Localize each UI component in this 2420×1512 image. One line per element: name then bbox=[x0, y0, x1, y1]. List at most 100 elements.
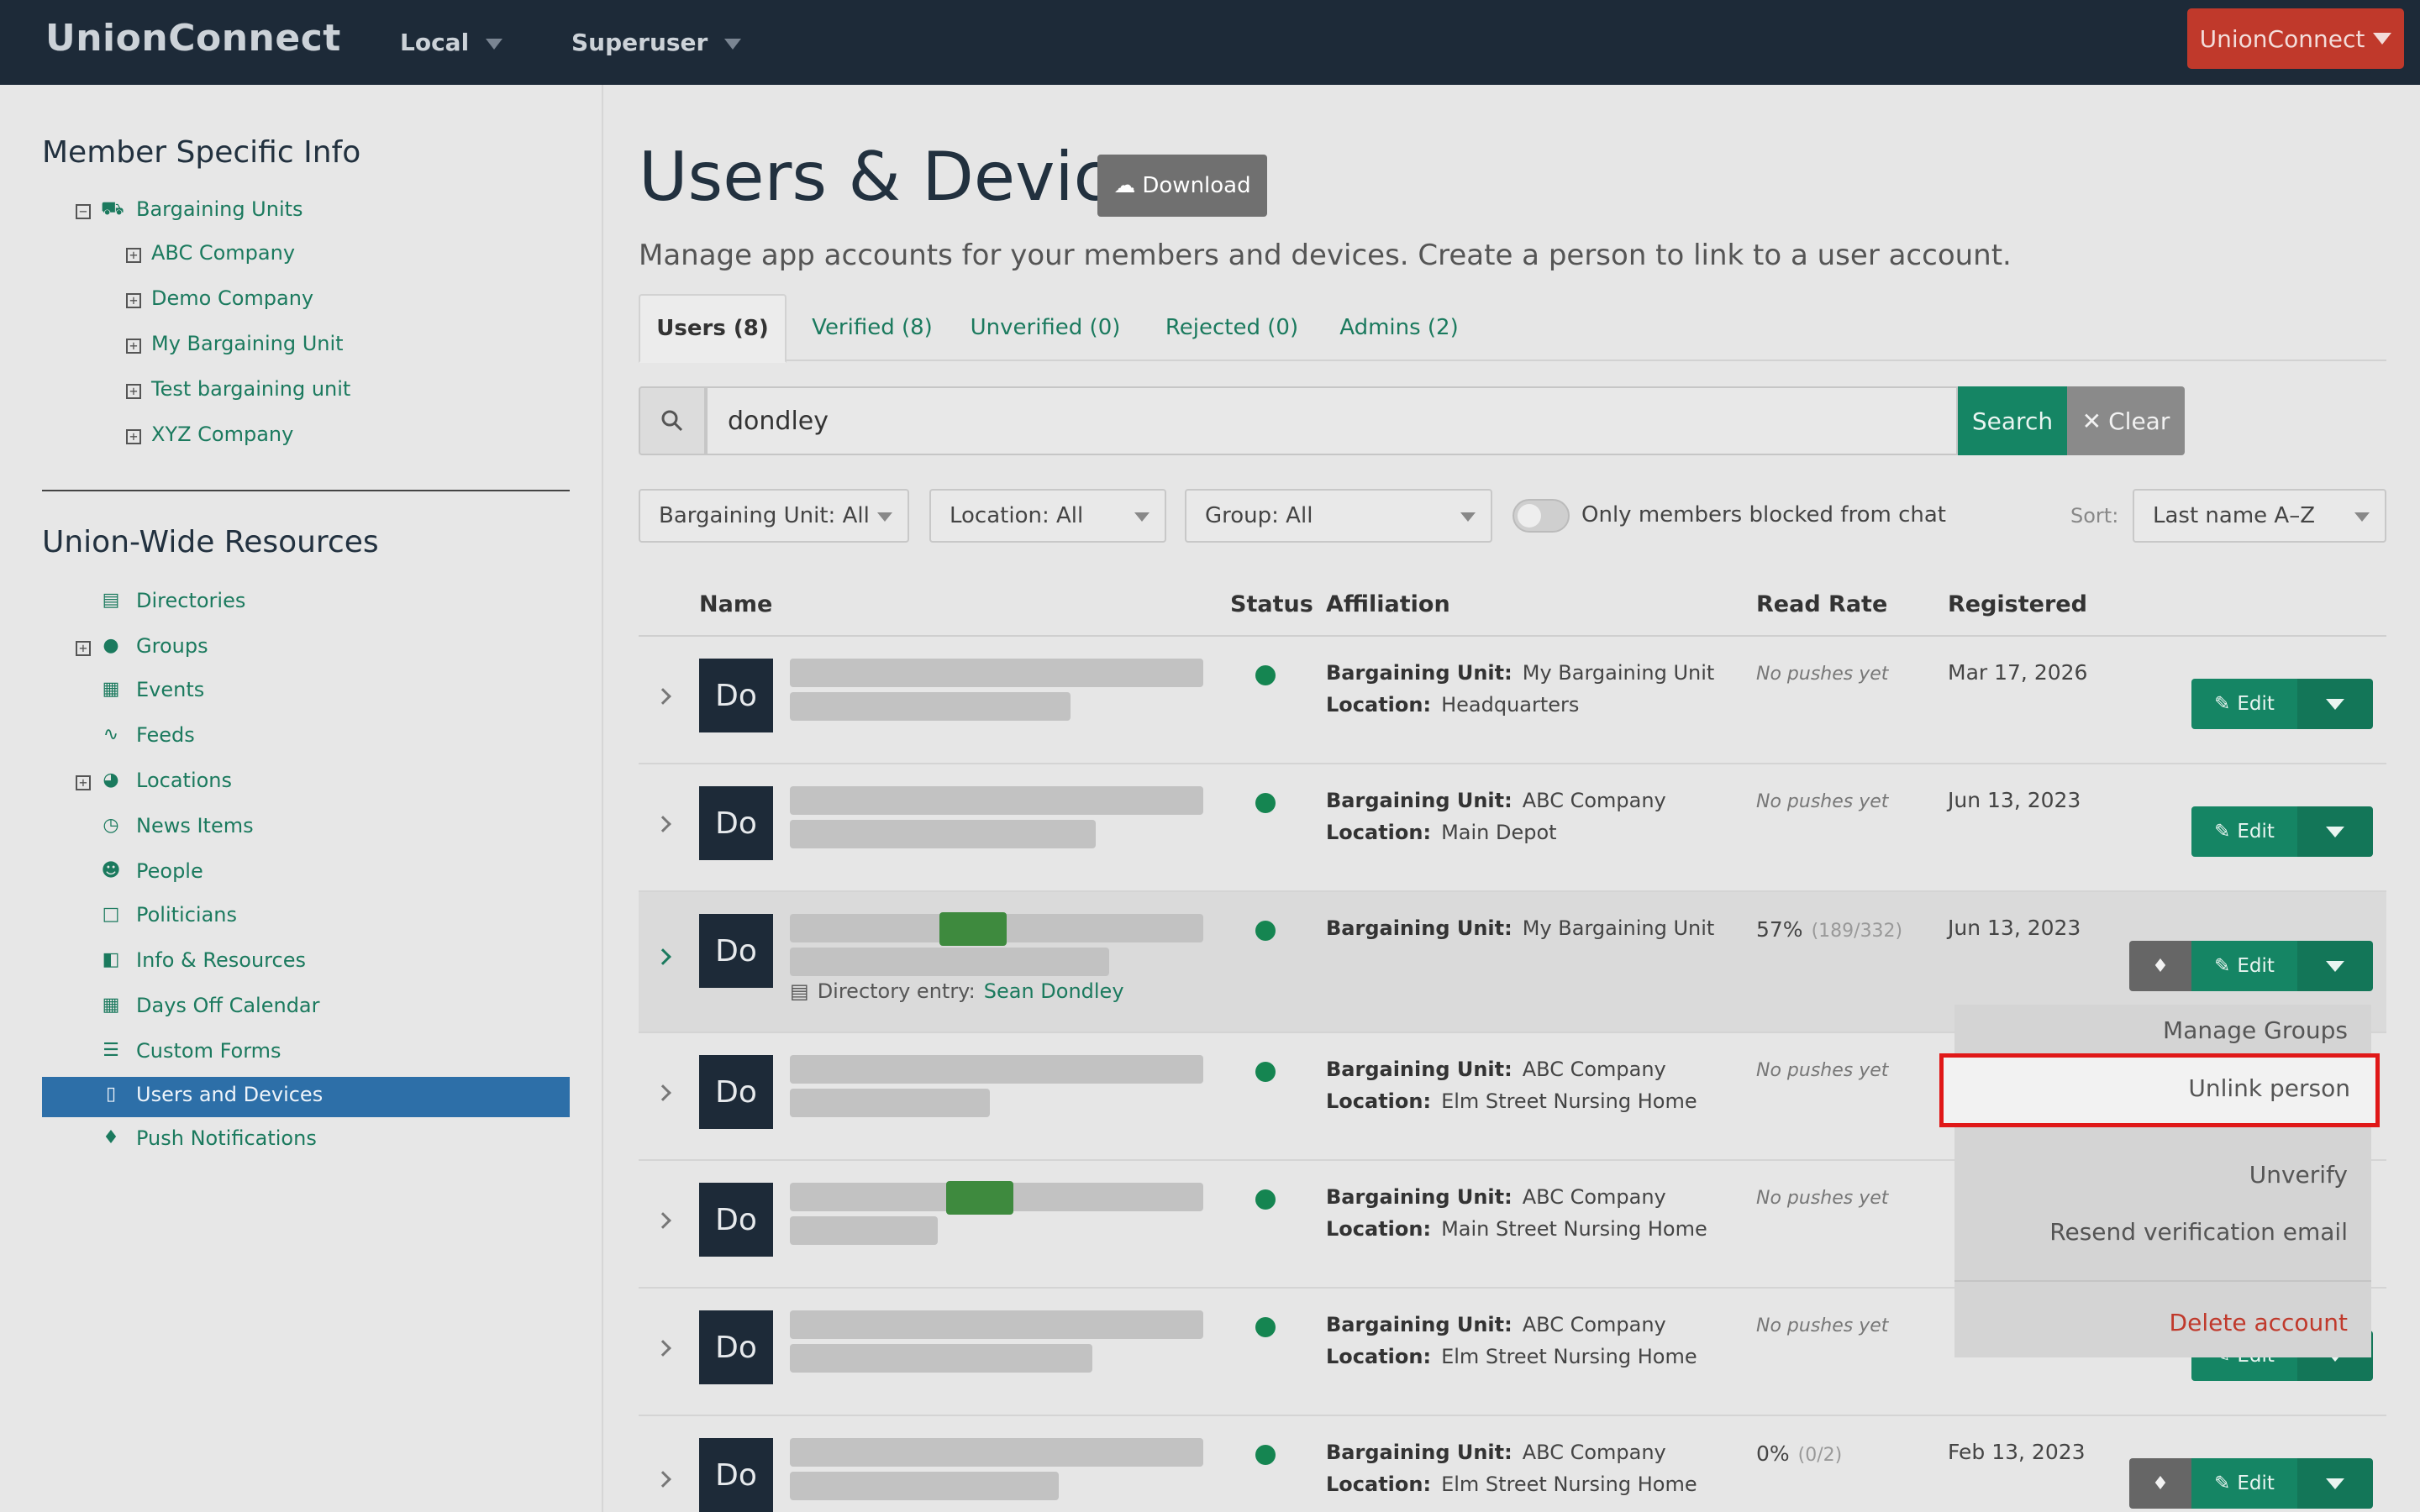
blocked-chat-toggle[interactable] bbox=[1512, 499, 1570, 533]
column-header-read-rate[interactable]: Read Rate bbox=[1756, 591, 1887, 617]
expand-icon[interactable]: + bbox=[76, 641, 91, 656]
sidebar-item-bargaining-units[interactable]: ⛟ Bargaining Units bbox=[101, 197, 303, 221]
group-filter[interactable]: Group: All bbox=[1185, 489, 1492, 543]
column-header-name[interactable]: Name bbox=[699, 591, 772, 617]
sidebar-divider bbox=[42, 490, 570, 491]
redacted-email bbox=[790, 1216, 938, 1245]
avatar: Do bbox=[699, 659, 773, 732]
expand-icon[interactable]: + bbox=[126, 339, 141, 354]
cloud-download-icon: ☁ bbox=[1113, 173, 1136, 198]
table-row[interactable]: Do Bargaining Unit: ABC Company Location:… bbox=[639, 764, 2386, 892]
local-menu[interactable]: Local bbox=[400, 29, 503, 56]
sidebar-item-push-notifications[interactable]: ♦ Push Notifications bbox=[101, 1126, 317, 1150]
expand-chevron-icon[interactable] bbox=[655, 948, 671, 965]
sidebar-item-feeds[interactable]: ∿ Feeds bbox=[101, 723, 195, 747]
menu-item-manage-groups[interactable]: Manage Groups bbox=[2163, 1016, 2348, 1044]
sidebar-item-label: ABC Company bbox=[151, 241, 296, 265]
sidebar-item-label: Politicians bbox=[136, 903, 237, 927]
table-row[interactable]: Do Bargaining Unit: My Bargaining Unit Lo… bbox=[639, 637, 2386, 764]
status-dot bbox=[1255, 793, 1276, 813]
sidebar-item-politicians[interactable]: □ Politicians bbox=[101, 903, 237, 927]
sidebar-item-info[interactable]: ◧ Info & Resources bbox=[101, 948, 306, 972]
local-menu-label: Local bbox=[400, 29, 470, 56]
directory-entry-label: Directory entry: bbox=[817, 979, 976, 1003]
column-header-registered[interactable]: Registered bbox=[1948, 591, 2087, 617]
menu-item-resend-verification[interactable]: Resend verification email bbox=[2049, 1218, 2348, 1246]
sidebar-item-unit[interactable]: My Bargaining Unit bbox=[151, 332, 344, 355]
redacted-email bbox=[790, 692, 1071, 721]
row-actions-dropdown[interactable] bbox=[2297, 806, 2373, 857]
search-button[interactable]: Search bbox=[1958, 386, 2067, 455]
brand-logo[interactable]: UnionConnect bbox=[45, 17, 341, 60]
column-header-affiliation[interactable]: Affiliation bbox=[1326, 591, 1450, 617]
expand-chevron-icon[interactable] bbox=[655, 688, 671, 705]
tab-verified[interactable]: Verified (8) bbox=[798, 294, 946, 361]
table-row[interactable]: Do Bargaining Unit: ABC Company Location:… bbox=[639, 1416, 2386, 1512]
sidebar-item-directories[interactable]: ▤ Directories bbox=[101, 589, 246, 612]
bargaining-unit-filter[interactable]: Bargaining Unit: All bbox=[639, 489, 909, 543]
loc-value: Elm Street Nursing Home bbox=[1441, 1089, 1697, 1113]
sidebar-item-events[interactable]: ▦ Events bbox=[101, 678, 205, 701]
affiliation: Bargaining Unit: My Bargaining Unit bbox=[1326, 912, 1714, 944]
loc-label: Location: bbox=[1326, 1345, 1432, 1368]
chevron-down-icon bbox=[1134, 512, 1150, 522]
row-actions-dropdown[interactable] bbox=[2297, 1458, 2373, 1509]
expand-icon[interactable]: + bbox=[76, 775, 91, 790]
row-actions-dropdown[interactable] bbox=[2297, 941, 2373, 991]
expand-chevron-icon[interactable] bbox=[655, 1084, 671, 1101]
expand-icon[interactable]: + bbox=[126, 248, 141, 263]
sidebar-item-custom-forms[interactable]: ☰ Custom Forms bbox=[101, 1039, 281, 1063]
clear-button[interactable]: ✕ Clear bbox=[2067, 386, 2185, 455]
column-header-status[interactable]: Status bbox=[1230, 591, 1313, 617]
sidebar-item-days-off[interactable]: ▦ Days Off Calendar bbox=[101, 994, 320, 1017]
edit-button[interactable]: ✎ Edit bbox=[2191, 1458, 2297, 1509]
push-notification-button[interactable]: ♦ bbox=[2129, 1458, 2191, 1509]
sidebar-item-people[interactable]: ☻ People bbox=[101, 859, 203, 883]
expand-icon[interactable]: + bbox=[126, 384, 141, 399]
expand-chevron-icon[interactable] bbox=[655, 1340, 671, 1357]
edit-button[interactable]: ✎ Edit bbox=[2191, 941, 2297, 991]
edit-button[interactable]: ✎ Edit bbox=[2191, 806, 2297, 857]
sidebar-item-news[interactable]: ◷ News Items bbox=[101, 814, 253, 837]
filter-value: Location: All bbox=[950, 503, 1084, 528]
read-rate: 57% (189/332) bbox=[1756, 917, 1902, 942]
read-rate: No pushes yet bbox=[1756, 1315, 1889, 1336]
sidebar-item-users-devices[interactable]: ▯ Users and Devices bbox=[101, 1083, 323, 1106]
bu-value: ABC Company bbox=[1522, 1441, 1666, 1464]
download-button[interactable]: ☁ Download bbox=[1097, 155, 1267, 217]
sidebar-item-locations[interactable]: ◕ Locations bbox=[101, 769, 232, 792]
row-actions-dropdown[interactable] bbox=[2297, 679, 2373, 729]
tab-admins[interactable]: Admins (2) bbox=[1326, 294, 1472, 361]
tab-rejected[interactable]: Rejected (0) bbox=[1146, 294, 1318, 361]
expand-icon[interactable]: + bbox=[126, 429, 141, 444]
loc-value: Elm Street Nursing Home bbox=[1441, 1345, 1697, 1368]
sidebar-item-groups[interactable]: ● Groups bbox=[101, 634, 208, 658]
bu-value: ABC Company bbox=[1522, 1058, 1666, 1081]
tab-unverified[interactable]: Unverified (0) bbox=[953, 294, 1138, 361]
redacted-email bbox=[790, 1472, 1059, 1500]
push-notification-button[interactable]: ♦ bbox=[2129, 941, 2191, 991]
superuser-menu[interactable]: Superuser bbox=[571, 29, 742, 56]
expand-chevron-icon[interactable] bbox=[655, 1212, 671, 1229]
collapse-icon[interactable]: − bbox=[76, 204, 91, 219]
tab-users[interactable]: Users (8) bbox=[639, 294, 786, 363]
edit-button[interactable]: ✎ Edit bbox=[2191, 679, 2297, 729]
menu-item-unverify[interactable]: Unverify bbox=[2249, 1161, 2348, 1189]
directory-entry-link[interactable]: Sean Dondley bbox=[984, 979, 1124, 1003]
sidebar-item-unit[interactable]: Demo Company bbox=[151, 286, 313, 310]
expand-chevron-icon[interactable] bbox=[655, 1471, 671, 1488]
sidebar-item-label: My Bargaining Unit bbox=[151, 332, 344, 355]
expand-chevron-icon[interactable] bbox=[655, 816, 671, 832]
sidebar-item-unit[interactable]: ABC Company bbox=[151, 241, 295, 265]
location-filter[interactable]: Location: All bbox=[929, 489, 1166, 543]
menu-item-delete-account[interactable]: Delete account bbox=[2170, 1309, 2348, 1336]
expand-icon[interactable]: + bbox=[126, 293, 141, 308]
sidebar-item-label: Info & Resources bbox=[136, 948, 306, 972]
org-switcher-button[interactable]: UnionConnect bbox=[2187, 8, 2404, 69]
bu-label: Bargaining Unit: bbox=[1326, 1185, 1512, 1209]
search-input[interactable] bbox=[706, 386, 1958, 455]
sidebar-item-unit[interactable]: XYZ Company bbox=[151, 423, 293, 446]
sidebar-item-unit[interactable]: Test bargaining unit bbox=[151, 377, 350, 401]
menu-item-unlink-person[interactable]: Unlink person bbox=[1939, 1053, 2380, 1127]
sort-select[interactable]: Last name A–Z bbox=[2133, 489, 2386, 543]
